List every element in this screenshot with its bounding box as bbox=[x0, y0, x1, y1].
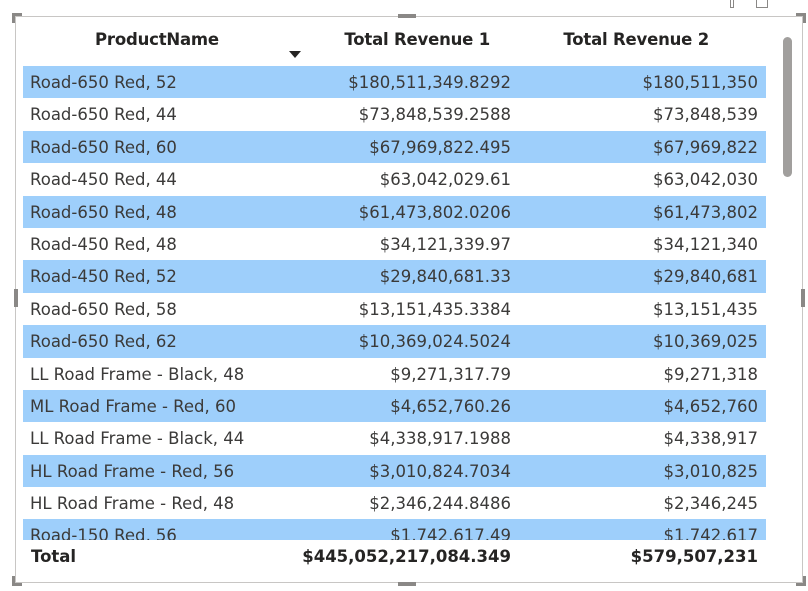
header-row: ProductName Total Revenue 1 Total Revenu… bbox=[23, 22, 766, 66]
table-row[interactable]: ML Road Frame - Red, 60 $4,652,760.26 $4,6… bbox=[23, 389, 766, 423]
table-row[interactable]: Road-650 Red, 62 $10,369,024.5024 $10,369,… bbox=[23, 325, 766, 358]
total-revenue-2-cell: $34,121,340 bbox=[653, 234, 758, 254]
product-name-cell: Road-150 Red, 56 bbox=[30, 526, 177, 540]
table-row[interactable]: Road-650 Red, 44 $73,848,539.2588 $73,848,… bbox=[23, 98, 766, 130]
column-header-total-revenue-2[interactable]: Total Revenue 2 bbox=[563, 30, 709, 49]
resize-handle-top-left[interactable] bbox=[12, 13, 22, 23]
column-header-productname[interactable]: ProductName bbox=[95, 30, 219, 49]
table-header: ProductName Total Revenue 1 Total Revenu… bbox=[23, 22, 766, 66]
product-name-cell: Road-650 Red, 48 bbox=[30, 202, 177, 222]
total-revenue-2-cell: $4,652,760 bbox=[663, 396, 758, 416]
total-revenue-1-cell: $67,969,822.495 bbox=[369, 137, 511, 157]
product-name-cell: LL Road Frame - Black, 44 bbox=[30, 429, 245, 449]
table-row[interactable]: LL Road Frame - Black, 48 $9,271,317.79 $9… bbox=[23, 358, 766, 390]
total-revenue-1-cell: $180,511,349.8292 bbox=[348, 73, 511, 92]
resize-handle-right[interactable] bbox=[801, 289, 805, 307]
table-row[interactable]: Road-150 Red, 56 $1,742,617.49 $1,742,617 bbox=[23, 519, 766, 540]
resize-handle-top-right[interactable] bbox=[796, 13, 806, 23]
vertical-scrollbar[interactable] bbox=[783, 37, 792, 177]
total-revenue-2-cell: $1,742,617 bbox=[663, 526, 758, 540]
resize-handle-left[interactable] bbox=[14, 289, 18, 307]
total-revenue-2-cell: $180,511,350 bbox=[642, 73, 758, 92]
table-row[interactable]: HL Road Frame - Red, 48 $2,346,244.8486 $2… bbox=[23, 487, 766, 519]
total-revenue-2-cell: $10,369,025 bbox=[653, 332, 758, 352]
table-row[interactable]: Road-650 Red, 60 $67,969,822.495 $67,969,8… bbox=[23, 130, 766, 164]
total-revenue-2-cell: $9,271,318 bbox=[663, 364, 758, 384]
total-revenue-1-cell: $13,151,435.3384 bbox=[358, 299, 511, 319]
resize-handle-bottom-right[interactable] bbox=[796, 576, 806, 586]
total-revenue-2: $579,507,231 bbox=[630, 547, 758, 566]
table-row[interactable]: Road-650 Red, 48 $61,473,802.0206 $61,473,… bbox=[23, 195, 766, 228]
total-revenue-2-cell: $13,151,435 bbox=[653, 299, 758, 319]
filter-icon[interactable] bbox=[730, 0, 734, 8]
table-row[interactable]: LL Road Frame - Black, 44 $4,338,917.1988… bbox=[23, 422, 766, 454]
total-revenue-1-cell: $29,840,681.33 bbox=[379, 267, 511, 287]
total-revenue-2-cell: $4,338,917 bbox=[663, 429, 758, 449]
total-revenue-2-cell: $63,042,030 bbox=[653, 170, 758, 190]
total-revenue-1-cell: $10,369,024.5024 bbox=[358, 332, 511, 352]
total-revenue-2-cell: $29,840,681 bbox=[653, 267, 758, 287]
total-revenue-2-cell: $3,010,825 bbox=[663, 461, 758, 481]
table-row[interactable]: Road-450 Red, 52 $29,840,681.33 $29,840,68… bbox=[23, 260, 766, 293]
focus-mode-icon[interactable] bbox=[756, 0, 768, 8]
product-name-cell: HL Road Frame - Red, 48 bbox=[30, 494, 235, 514]
total-revenue-2-cell: $67,969,822 bbox=[653, 137, 758, 157]
product-name-cell: Road-450 Red, 52 bbox=[30, 267, 177, 287]
total-revenue-1-cell: $9,271,317.79 bbox=[390, 364, 511, 384]
resize-handle-bottom[interactable] bbox=[398, 582, 416, 586]
column-header-total-revenue-1[interactable]: Total Revenue 1 bbox=[344, 30, 490, 49]
sort-descending-icon[interactable] bbox=[289, 51, 301, 58]
table-row[interactable]: Road-450 Red, 44 $63,042,029.61 $63,042,03… bbox=[23, 163, 766, 195]
table-row[interactable]: Road-450 Red, 48 $34,121,339.97 $34,121,34… bbox=[23, 228, 766, 260]
product-name-cell: Road-450 Red, 48 bbox=[30, 234, 177, 254]
total-revenue-1-cell: $63,042,029.61 bbox=[379, 170, 511, 190]
total-revenue-2-cell: $2,346,245 bbox=[663, 494, 758, 514]
total-revenue-1-cell: $73,848,539.2588 bbox=[358, 105, 511, 125]
total-revenue-1-cell: $34,121,339.97 bbox=[379, 234, 511, 254]
total-revenue-1-cell: $3,010,824.7034 bbox=[369, 461, 511, 481]
visual-header-icons bbox=[730, 0, 768, 10]
total-revenue-2-cell: $61,473,802 bbox=[653, 202, 758, 222]
product-name-cell: Road-650 Red, 62 bbox=[30, 332, 177, 352]
table-row[interactable]: HL Road Frame - Red, 56 $3,010,824.7034 $3… bbox=[23, 454, 766, 488]
total-revenue-1-cell: $4,338,917.1988 bbox=[369, 429, 511, 449]
table-row[interactable]: Road-650 Red, 58 $13,151,435.3384 $13,151,… bbox=[23, 293, 766, 325]
total-revenue-1-cell: $1,742,617.49 bbox=[390, 526, 511, 540]
total-revenue-2-cell: $73,848,539 bbox=[653, 105, 758, 125]
total-revenue-1: $445,052,217,084.349 bbox=[302, 547, 511, 566]
product-name-cell: Road-650 Red, 44 bbox=[30, 105, 177, 125]
product-name-cell: HL Road Frame - Red, 56 bbox=[30, 461, 235, 481]
total-revenue-1-cell: $61,473,802.0206 bbox=[358, 202, 511, 222]
product-name-cell: Road-650 Red, 52 bbox=[30, 73, 177, 92]
product-name-cell: ML Road Frame - Red, 60 bbox=[30, 396, 237, 416]
product-name-cell: LL Road Frame - Black, 48 bbox=[30, 364, 245, 384]
table-row[interactable]: Road-650 Red, 52 $180,511,349.8292 $180,51… bbox=[23, 66, 766, 99]
total-label: Total bbox=[31, 547, 77, 566]
total-row: Total $445,052,217,084.349 $579,507,231 bbox=[23, 540, 766, 576]
resize-handle-bottom-left[interactable] bbox=[12, 576, 22, 586]
total-revenue-1-cell: $2,346,244.8486 bbox=[369, 494, 511, 514]
table-body: Road-650 Red, 52 $180,511,349.8292 $180,51… bbox=[23, 66, 766, 540]
total-revenue-1-cell: $4,652,760.26 bbox=[390, 396, 511, 416]
resize-handle-top[interactable] bbox=[398, 14, 416, 18]
product-name-cell: Road-450 Red, 44 bbox=[30, 170, 177, 190]
product-name-cell: Road-650 Red, 58 bbox=[30, 299, 177, 319]
product-name-cell: Road-650 Red, 60 bbox=[30, 137, 177, 157]
